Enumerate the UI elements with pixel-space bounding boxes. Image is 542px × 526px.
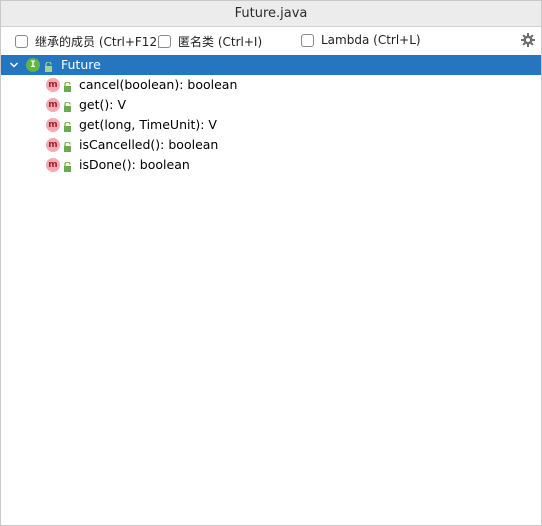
- lambda-checkbox[interactable]: [301, 33, 314, 47]
- structure-window: Future.java 继承的成员 (Ctrl+F12) 匿名类 (Ctrl+I…: [0, 0, 542, 526]
- method-label: get(long, TimeUnit): V: [79, 117, 217, 132]
- public-lock-icon: [63, 120, 72, 132]
- interface-icon: I: [26, 58, 40, 72]
- window-titlebar: Future.java: [1, 1, 541, 27]
- structure-tree: I Future m cancel(boolean): boolean m ge…: [1, 55, 541, 175]
- inherited-members-label: 继承的成员 (Ctrl+F12): [35, 35, 162, 49]
- chevron-down-icon[interactable]: [7, 58, 21, 72]
- tree-node-method[interactable]: m isDone(): boolean: [1, 155, 541, 175]
- method-icon: m: [46, 158, 60, 172]
- lambda-label: Lambda (Ctrl+L): [321, 33, 421, 47]
- method-icon: m: [46, 118, 60, 132]
- anonymous-classes-checkbox[interactable]: [158, 35, 171, 48]
- inherited-members-checkbox[interactable]: [15, 35, 28, 48]
- tree-node-label: Future: [61, 57, 101, 72]
- tree-node-method[interactable]: m cancel(boolean): boolean: [1, 75, 541, 95]
- method-icon: m: [46, 98, 60, 112]
- anonymous-classes-option[interactable]: 匿名类 (Ctrl+I): [158, 33, 262, 50]
- public-lock-icon: [44, 60, 53, 72]
- method-icon: m: [46, 138, 60, 152]
- method-label: isCancelled(): boolean: [79, 137, 219, 152]
- public-lock-icon: [63, 160, 72, 172]
- gear-icon[interactable]: [520, 32, 536, 48]
- method-label: cancel(boolean): boolean: [79, 77, 238, 92]
- method-icon: m: [46, 78, 60, 92]
- window-title: Future.java: [234, 6, 308, 21]
- tree-node-method[interactable]: m get(): V: [1, 95, 541, 115]
- inherited-members-option[interactable]: 继承的成员 (Ctrl+F12): [15, 33, 162, 50]
- public-lock-icon: [63, 140, 72, 152]
- method-label: isDone(): boolean: [79, 157, 190, 172]
- method-label: get(): V: [79, 97, 127, 112]
- anonymous-classes-label: 匿名类 (Ctrl+I): [178, 35, 263, 49]
- tree-node-method[interactable]: m get(long, TimeUnit): V: [1, 115, 541, 135]
- lambda-option[interactable]: Lambda (Ctrl+L): [301, 33, 421, 47]
- structure-toolbar: 继承的成员 (Ctrl+F12) 匿名类 (Ctrl+I) Lambda (Ct…: [1, 27, 541, 55]
- public-lock-icon: [63, 100, 72, 112]
- public-lock-icon: [63, 80, 72, 92]
- tree-node-future[interactable]: I Future: [1, 55, 541, 75]
- tree-node-method[interactable]: m isCancelled(): boolean: [1, 135, 541, 155]
